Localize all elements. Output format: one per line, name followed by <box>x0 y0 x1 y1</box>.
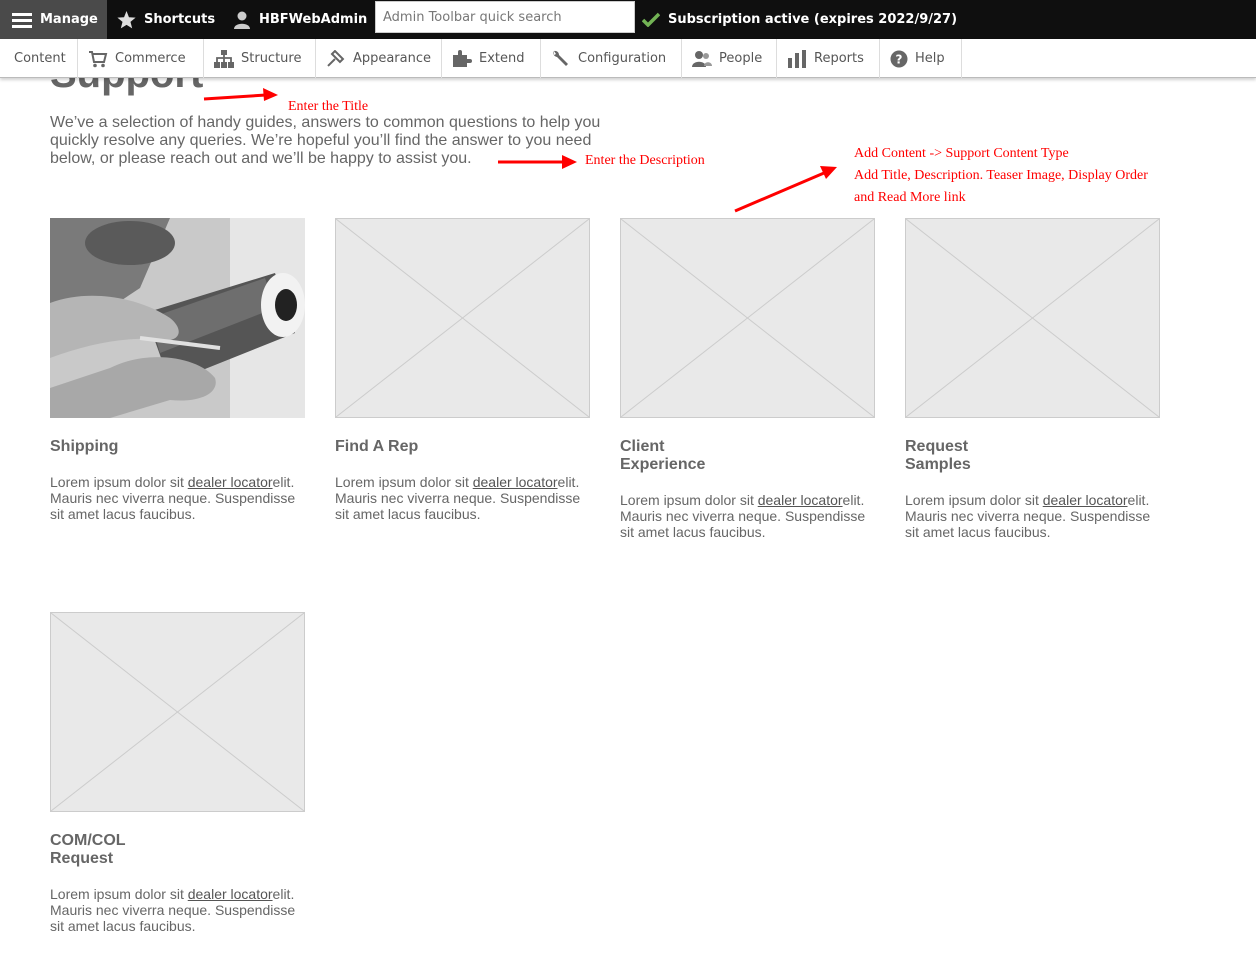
tray-item-label: Reports <box>814 51 864 66</box>
card-title: COM/COL Request <box>50 832 126 867</box>
tray-item-label: People <box>719 51 763 66</box>
admin-toolbar: Manage Shortcuts HBFWebAdmin Subscriptio… <box>0 0 1256 39</box>
annotation-title-note: Enter the Title <box>288 99 369 114</box>
dealer-locator-link[interactable]: dealer locator <box>188 474 273 490</box>
tray-item-configuration[interactable]: Configuration <box>541 39 682 78</box>
support-card-shipping: Shipping Lorem ipsum dolor sit dealer lo… <box>50 218 306 522</box>
tray-item-structure[interactable]: Structure <box>204 39 316 78</box>
tray-item-label: Commerce <box>115 51 186 66</box>
card-image-placeholder <box>50 612 305 812</box>
card-teaser-photo <box>50 218 305 418</box>
annotation-line: Add Content -> Support Content Type <box>854 146 1069 161</box>
tray-item-appearance[interactable]: Appearance <box>316 39 442 78</box>
tray-item-label: Content <box>14 51 66 66</box>
card-text-part: Lorem ipsum dolor sit <box>335 474 473 490</box>
structure-icon <box>214 49 234 68</box>
admin-search-input[interactable] <box>375 1 635 33</box>
support-card-request-samples: Request Samples Lorem ipsum dolor sit de… <box>905 218 1161 540</box>
annotation-content-note: Add Content -> Support Content Type Add … <box>854 143 1148 209</box>
subscription-status: Subscription active (expires 2022/9/27) <box>642 0 957 39</box>
card-text: Lorem ipsum dolor sit dealer locatorelit… <box>620 492 876 540</box>
admin-tray: Content Commerce Structure Appearance Ex… <box>0 39 1256 78</box>
help-icon: ? <box>890 50 908 67</box>
user-label: HBFWebAdmin <box>259 12 368 27</box>
dealer-locator-link[interactable]: dealer locator <box>188 886 273 902</box>
tray-item-label: Extend <box>479 51 525 66</box>
card-text: Lorem ipsum dolor sit dealer locatorelit… <box>50 886 306 934</box>
user-icon <box>234 11 250 29</box>
card-image-placeholder <box>620 218 875 418</box>
card-text-part: Lorem ipsum dolor sit <box>905 492 1043 508</box>
tray-item-label: Help <box>915 51 945 66</box>
tray-item-people[interactable]: People <box>682 39 777 78</box>
star-icon <box>117 10 136 28</box>
card-text: Lorem ipsum dolor sit dealer locatorelit… <box>50 474 306 522</box>
cart-icon <box>89 50 108 67</box>
card-text: Lorem ipsum dolor sit dealer locatorelit… <box>905 492 1161 540</box>
card-text-part: Lorem ipsum dolor sit <box>620 492 758 508</box>
dealer-locator-link[interactable]: dealer locator <box>1043 492 1128 508</box>
tray-item-label: Appearance <box>352 51 431 66</box>
brush-icon <box>327 49 345 67</box>
manage-label: Manage <box>40 12 98 27</box>
shortcuts-tab[interactable]: Shortcuts <box>117 0 215 39</box>
annotation-line: Add Title, Description. Teaser Image, Di… <box>854 168 1148 183</box>
support-card-find-a-rep: Find A Rep Lorem ipsum dolor sit dealer … <box>335 218 591 522</box>
tray-item-commerce[interactable]: Commerce <box>78 39 204 78</box>
annotation-description-note: Enter the Description <box>585 153 705 168</box>
card-title: Request Samples <box>905 438 971 473</box>
tray-item-label: Configuration <box>578 51 667 66</box>
chart-icon <box>788 49 806 68</box>
shortcuts-label: Shortcuts <box>144 12 216 27</box>
puzzle-icon <box>453 49 472 67</box>
user-tab[interactable]: HBFWebAdmin <box>233 0 367 39</box>
subscription-label: Subscription active (expires 2022/9/27) <box>668 12 958 27</box>
dealer-locator-link[interactable]: dealer locator <box>758 492 843 508</box>
support-card-client-experience: Client Experience Lorem ipsum dolor sit … <box>620 218 876 540</box>
card-title: Client Experience <box>620 438 706 473</box>
card-image-placeholder <box>335 218 590 418</box>
hamburger-icon <box>12 12 32 28</box>
tray-item-extend[interactable]: Extend <box>442 39 541 78</box>
card-text-part: Lorem ipsum dolor sit <box>50 886 188 902</box>
tray-item-help[interactable]: ? Help <box>880 39 962 78</box>
dealer-locator-link[interactable]: dealer locator <box>473 474 558 490</box>
page-description: We’ve a selection of handy guides, answe… <box>50 114 601 167</box>
card-title: Shipping <box>50 438 119 455</box>
check-icon <box>642 12 660 27</box>
support-card-com-col-request: COM/COL Request Lorem ipsum dolor sit de… <box>50 612 306 934</box>
card-text: Lorem ipsum dolor sit dealer locatorelit… <box>335 474 591 522</box>
tray-item-reports[interactable]: Reports <box>777 39 880 78</box>
card-title: Find A Rep <box>335 438 419 455</box>
manage-tab[interactable]: Manage <box>0 0 107 39</box>
tray-item-label: Structure <box>241 51 302 66</box>
people-icon <box>692 50 712 67</box>
annotation-line: and Read More link <box>854 190 966 205</box>
card-text-part: Lorem ipsum dolor sit <box>50 474 188 490</box>
wrench-icon <box>553 50 568 66</box>
tray-item-content[interactable]: Content <box>0 39 78 78</box>
card-image-placeholder <box>905 218 1160 418</box>
svg-text:?: ? <box>896 52 903 66</box>
